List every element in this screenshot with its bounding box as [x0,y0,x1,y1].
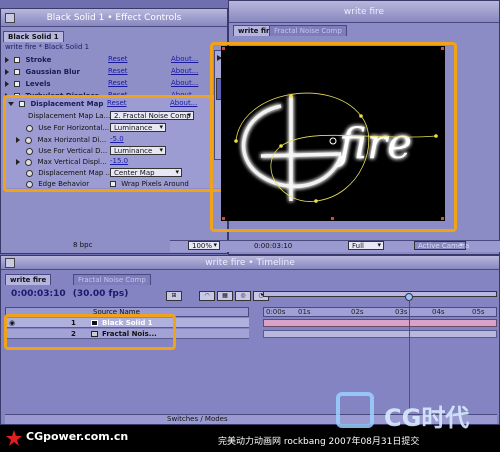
camera-dropdown[interactable]: Active Camera [414,241,470,250]
brand-text: CGpower.com.cn [26,430,129,443]
effect-name: Levels [25,80,51,88]
zoom-value: 100% [192,242,213,250]
layer-bar-1[interactable] [263,319,497,327]
ruler-label: 01s [298,308,311,316]
frame-blend-button[interactable]: ▦ [217,291,233,301]
expand-triangle-icon[interactable] [5,81,9,87]
fps-value: (30.00 fps) [72,289,129,299]
playhead-line[interactable] [409,300,410,412]
effect-row-levels[interactable]: Levels [5,79,51,89]
tab-write-fire[interactable]: write fire [5,274,52,285]
composition-titlebar[interactable]: write fire [229,1,499,23]
camera-value: Active Camera [418,242,470,250]
motion-blur-button[interactable]: ◎ [235,291,251,301]
cg-logo-text: CG时代 [384,404,470,432]
close-box-icon[interactable] [5,258,15,268]
layer-bar-2[interactable] [263,330,497,338]
layers-highlight [4,314,176,350]
reset-button[interactable]: Reset [108,55,128,63]
fx-toggle[interactable] [14,81,21,87]
zoom-dropdown[interactable]: 100% [188,241,220,250]
brand-logo-icon [6,430,22,446]
effect-name: Gaussian Blur [25,68,80,76]
reset-button[interactable]: Reset [108,79,128,87]
effect-row-stroke[interactable]: Stroke [5,55,51,65]
timeline-timecode[interactable]: 0:00:03:10 (30.00 fps) [11,289,128,299]
about-button[interactable]: About... [171,67,198,75]
reset-button[interactable]: Reset [108,67,128,75]
time-ruler[interactable]: 0:00s 01s 02s 03s 04s 05s [263,307,497,317]
timeline-titlebar[interactable]: write fire • Timeline [1,256,499,270]
effect-controls-title: Black Solid 1 • Effect Controls [46,13,182,23]
ruler-label: 0:00s [266,308,286,316]
timecode-value: 0:00:03:10 [11,289,66,299]
breadcrumb: write fire * Black Solid 1 [5,43,90,51]
canvas-highlight [210,42,457,232]
tab-label: write fire [10,276,47,284]
work-area-bar[interactable] [263,291,497,297]
tab-fractal-noise-comp[interactable]: Fractal Noise Comp [73,274,151,285]
tab-black-solid[interactable]: Black Solid 1 [3,31,64,42]
ruler-label: 03s [395,308,408,316]
effect-controls-titlebar[interactable]: Black Solid 1 • Effect Controls [1,9,227,27]
tab-label: Fractal Noise Comp [274,27,342,35]
resolution-dropdown[interactable]: Full [348,241,384,250]
composition-title: write fire [343,7,385,17]
resolution-value: Full [352,242,364,250]
about-button[interactable]: About... [171,79,198,87]
displacement-highlight [3,95,229,192]
comp-timecode[interactable]: 0:00:03:10 [254,242,292,250]
color-depth-label[interactable]: 8 bpc [73,241,92,249]
timeline-title: write fire • Timeline [205,258,295,268]
tab-fractal-noise-comp[interactable]: Fractal Noise Comp [269,25,347,36]
comp-flowchart-button[interactable]: ⊞ [166,291,182,301]
brand-star-icon [6,430,22,446]
shy-button[interactable]: ◠ [199,291,215,301]
tab-label: Black Solid 1 [8,33,59,41]
ruler-label: 05s [472,308,485,316]
caption-text: 完美动力动画网 rockbang 2007年08月31日提交 [218,437,420,447]
cg-logo-icon [336,392,374,428]
close-box-icon[interactable] [5,13,15,23]
ruler-label: 02s [351,308,364,316]
expand-triangle-icon[interactable] [5,69,9,75]
fx-toggle[interactable] [14,69,21,75]
effect-row-gaussian-blur[interactable]: Gaussian Blur [5,67,80,77]
effect-name: Stroke [25,56,52,64]
switches-modes-toggle[interactable]: Switches / Modes [167,415,228,423]
ruler-label: 04s [432,308,445,316]
fx-toggle[interactable] [14,57,21,63]
expand-triangle-icon[interactable] [5,57,9,63]
about-button[interactable]: About... [171,55,198,63]
tab-label: Fractal Noise Comp [78,276,146,284]
